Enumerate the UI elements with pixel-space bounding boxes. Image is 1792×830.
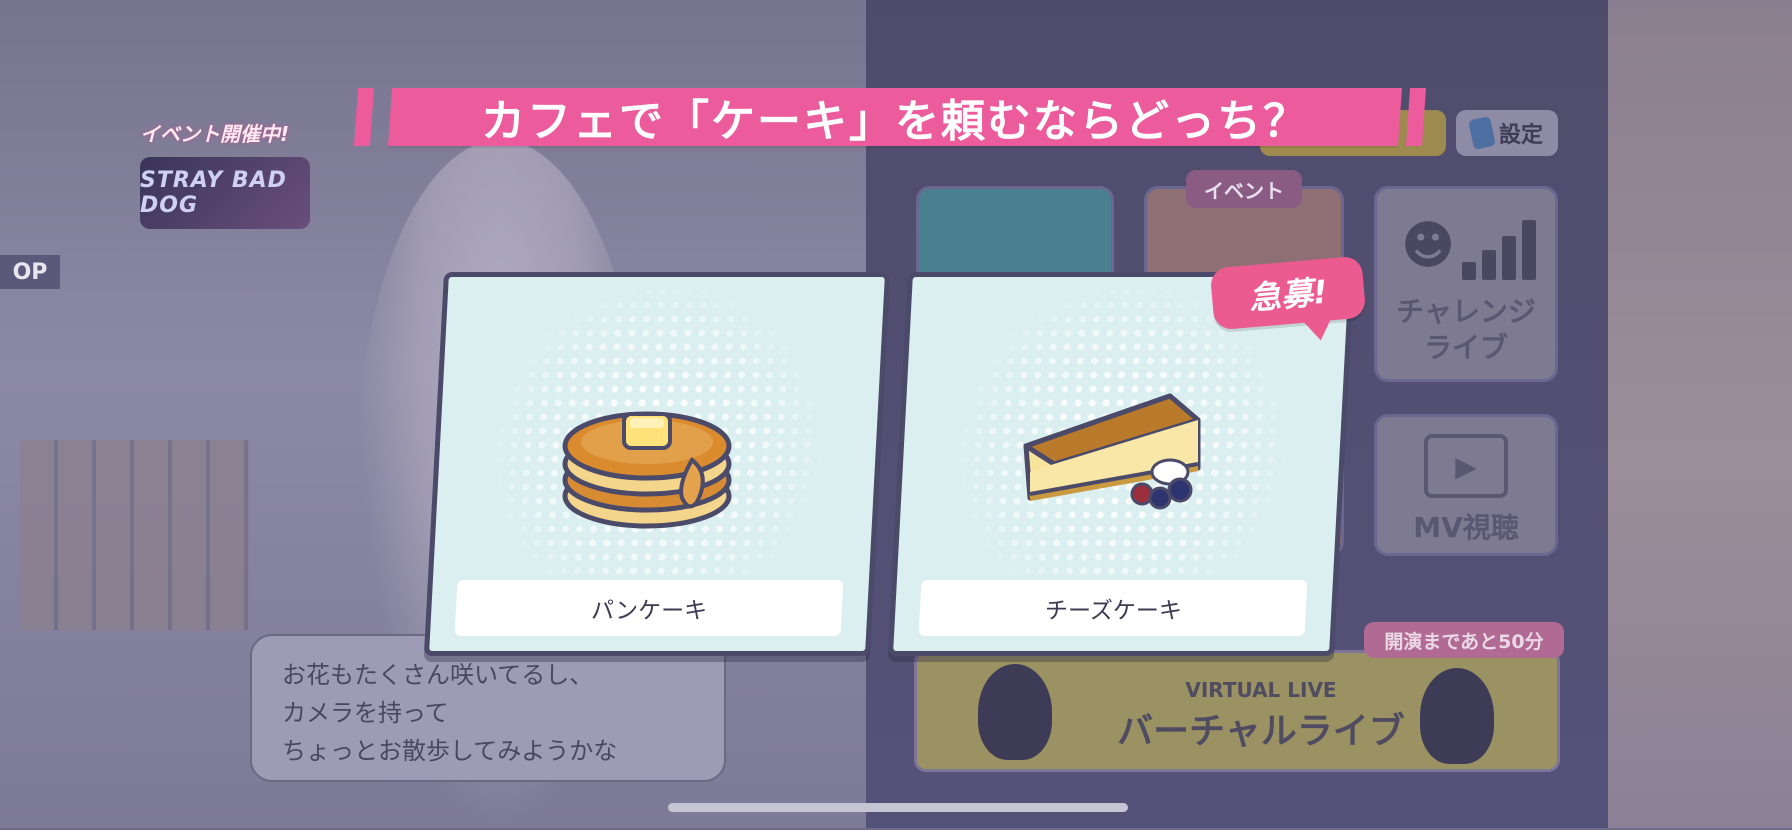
background-room-scene	[1608, 0, 1792, 828]
mascot-icon	[1420, 668, 1494, 764]
virtual-live-title: バーチャルライブ	[1117, 711, 1405, 752]
virtual-live-countdown-badge: 開演まであと50分	[1364, 622, 1564, 658]
choice-label-text: パンケーキ	[590, 598, 708, 624]
urgent-badge: 急募!	[1209, 255, 1367, 331]
settings-label: 設定	[1498, 123, 1543, 148]
rank-bars-icon	[1462, 214, 1538, 280]
pancake-icon	[562, 411, 732, 529]
home-indicator[interactable]	[668, 803, 1128, 812]
phone-icon	[1468, 116, 1496, 150]
choice-label: チーズケーキ	[918, 580, 1308, 636]
challenge-live-line: ライブ	[1423, 331, 1508, 364]
challenge-live-label: チャレンジ ライブ	[1374, 294, 1558, 366]
challenge-live-line: チャレンジ	[1396, 295, 1536, 328]
mascot-icon	[978, 664, 1052, 760]
dialogue-line: お花もたくさん咲いてるし、	[282, 661, 594, 689]
shop-shelf-decoration	[20, 440, 250, 630]
choice-card-pancake[interactable]: パンケーキ	[423, 272, 891, 656]
event-promo-banner[interactable]: イベント開催中! STRAY BAD DOG	[140, 118, 340, 238]
shop-sign: OP	[0, 255, 60, 289]
dialogue-bubble: お花もたくさん咲いてるし、 カメラを持って ちょっとお散歩してみようかな	[250, 634, 726, 782]
question-banner: カフェで「ケーキ」を頼むならどっち？	[387, 88, 1403, 147]
question-text: カフェで「ケーキ」を頼むならどっち？	[481, 96, 1309, 147]
virtual-live-subtitle: VIRTUAL LIVE	[1185, 678, 1337, 702]
event-promo-tag: イベント開催中!	[140, 122, 290, 146]
choice-label: パンケーキ	[454, 580, 844, 636]
headphone-mascot-icon: ☻	[1400, 216, 1456, 276]
choice-label-text: チーズケーキ	[1044, 598, 1182, 624]
choice-card-cheesecake[interactable]: チーズケーキ	[887, 272, 1355, 656]
dialogue-line: ちょっとお散歩してみようかな	[282, 737, 618, 765]
cheesecake-icon	[1023, 393, 1201, 510]
dialogue-line: カメラを持って	[282, 699, 449, 727]
mv-label: MV視聴	[1413, 511, 1519, 544]
event-tab: イベント	[1186, 170, 1302, 208]
settings-button[interactable]: 設定	[1456, 110, 1558, 156]
film-play-icon: ▶	[1424, 434, 1508, 498]
event-logo: STRAY BAD DOG	[140, 157, 310, 229]
